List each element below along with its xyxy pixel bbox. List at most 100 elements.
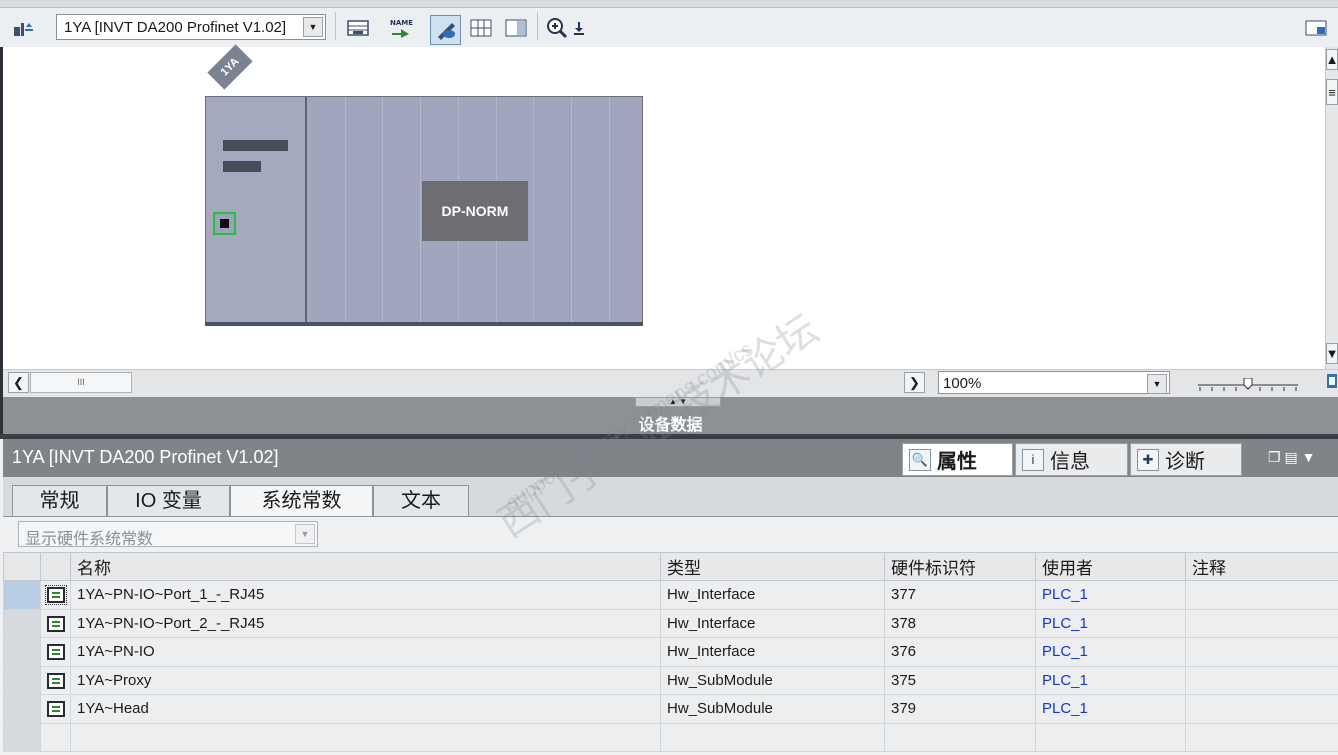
toolbar-divider: [335, 12, 336, 40]
column-header-user[interactable]: 使用者: [1035, 552, 1186, 581]
device-selector[interactable]: 1YA [INVT DA200 Profinet V1.02] ▼: [56, 14, 326, 40]
network-view-icon[interactable]: [10, 15, 36, 41]
row-selector[interactable]: [3, 722, 41, 752]
cell-user-link[interactable]: PLC_1: [1035, 665, 1186, 695]
zoom-in-icon[interactable]: [545, 15, 571, 41]
cell-name[interactable]: 1YA~PN-IO~Port_2_-_RJ45: [70, 608, 661, 638]
arrow-down-icon[interactable]: [571, 15, 587, 41]
device-canvas[interactable]: [3, 47, 1325, 369]
cell-empty[interactable]: [1035, 722, 1186, 752]
grid-view-icon[interactable]: [468, 15, 494, 41]
tab-diagnostics[interactable]: ✚ 诊断: [1130, 443, 1242, 476]
row-selector[interactable]: [3, 665, 41, 695]
row-selector[interactable]: [3, 637, 41, 667]
io-table-icon[interactable]: [345, 15, 371, 41]
table-row[interactable]: 1YA~PN-IO~Port_2_-_RJ45 Hw_Interface 378…: [3, 608, 1338, 638]
property-subtabs: 常规 IO 变量 系统常数 文本: [3, 477, 1338, 517]
zoom-value: 100%: [943, 375, 982, 392]
cell-hwid[interactable]: 376: [884, 637, 1036, 667]
constant-filter-select[interactable]: 显示硬件系统常数 ▼: [18, 521, 318, 548]
cell-type[interactable]: Hw_Interface: [660, 637, 885, 667]
table-row[interactable]: 1YA~PN-IO Hw_Interface 376 PLC_1: [3, 637, 1338, 667]
chevron-down-icon[interactable]: ▼: [1147, 374, 1167, 394]
restore-icon[interactable]: ❐: [1268, 449, 1281, 465]
splitter-handle[interactable]: ▲ ▼: [635, 397, 721, 407]
cell-type[interactable]: Hw_SubModule: [660, 665, 885, 695]
cell-user-link[interactable]: PLC_1: [1035, 608, 1186, 638]
cell-empty[interactable]: [1185, 722, 1338, 752]
scroll-right-icon[interactable]: ❯: [904, 372, 925, 393]
cell-comment[interactable]: [1185, 694, 1338, 724]
panel-controls[interactable]: ❐ ▤ ▼: [1268, 449, 1336, 467]
cell-user-link[interactable]: PLC_1: [1035, 694, 1186, 724]
cell-comment[interactable]: [1185, 637, 1338, 667]
properties-icon: 🔍: [909, 448, 931, 471]
cell-type[interactable]: Hw_SubModule: [660, 694, 885, 724]
panel-toggle-icon[interactable]: [1303, 15, 1329, 41]
page-layout-icon[interactable]: [503, 15, 529, 41]
table-row[interactable]: 1YA~Proxy Hw_SubModule 375 PLC_1: [3, 665, 1338, 695]
cell-type[interactable]: Hw_Interface: [660, 580, 885, 610]
scroll-up-icon[interactable]: ▲: [1326, 49, 1338, 70]
subtab-io-tags[interactable]: IO 变量: [107, 485, 230, 517]
tab-label: 诊断: [1165, 451, 1205, 473]
cell-empty[interactable]: [884, 722, 1036, 752]
ethernet-port-icon[interactable]: [213, 212, 236, 235]
split-icon[interactable]: [1325, 372, 1338, 392]
scroll-down-icon[interactable]: ▼: [1326, 343, 1338, 364]
cell-name[interactable]: 1YA~PN-IO: [70, 637, 661, 667]
row-selector[interactable]: [3, 694, 41, 724]
cell-hwid[interactable]: 379: [884, 694, 1036, 724]
svg-text:NAME: NAME: [390, 19, 413, 27]
cell-hwid[interactable]: 377: [884, 580, 1036, 610]
table-row[interactable]: 1YA~Head Hw_SubModule 379 PLC_1: [3, 694, 1338, 724]
horizontal-scroll-thumb[interactable]: III: [30, 372, 132, 393]
column-header-type[interactable]: 类型: [660, 552, 885, 581]
chevron-down-icon[interactable]: ▼: [295, 524, 315, 544]
column-header-comment[interactable]: 注释: [1185, 552, 1338, 581]
cell-empty[interactable]: [70, 722, 661, 752]
cell-name[interactable]: 1YA~Head: [70, 694, 661, 724]
scroll-left-icon[interactable]: ❮: [8, 372, 29, 393]
inspector-title: 1YA [INVT DA200 Profinet V1.02]: [12, 447, 279, 467]
vertical-scrollbar[interactable]: ▲ ≡ ▼: [1325, 47, 1338, 369]
cell-type[interactable]: Hw_Interface: [660, 608, 885, 638]
hw-constant-icon: [46, 672, 65, 689]
zoom-select[interactable]: 100% ▼: [938, 371, 1170, 394]
column-header-name[interactable]: 名称: [70, 552, 661, 581]
show-names-icon[interactable]: NAME: [388, 15, 414, 41]
chevron-down-icon[interactable]: ▼: [1302, 449, 1316, 465]
hw-constant-icon: [46, 701, 65, 718]
scroll-thumb[interactable]: ≡: [1326, 79, 1338, 105]
chevron-down-icon[interactable]: ▼: [303, 17, 323, 37]
cell-name[interactable]: 1YA~Proxy: [70, 665, 661, 695]
row-selector[interactable]: [3, 608, 41, 638]
list-icon[interactable]: ▤: [1284, 449, 1297, 465]
row-icon-cell: [40, 580, 71, 610]
diagnostics-icon: ✚: [1137, 448, 1159, 471]
zoom-slider[interactable]: [1198, 377, 1298, 392]
row-selector[interactable]: [3, 580, 41, 610]
cell-empty[interactable]: [660, 722, 885, 752]
subtab-texts[interactable]: 文本: [373, 485, 469, 517]
dp-norm-module[interactable]: DP-NORM: [422, 181, 528, 241]
interface-module[interactable]: [206, 97, 307, 325]
device-data-splitter[interactable]: ▲ ▼ 设备数据: [3, 397, 1338, 434]
cell-comment[interactable]: [1185, 665, 1338, 695]
cell-comment[interactable]: [1185, 580, 1338, 610]
column-header-hwid[interactable]: 硬件标识符: [884, 552, 1036, 581]
cell-hwid[interactable]: 375: [884, 665, 1036, 695]
show-module-labels-icon[interactable]: [430, 15, 461, 45]
cell-user-link[interactable]: PLC_1: [1035, 580, 1186, 610]
cell-comment[interactable]: [1185, 608, 1338, 638]
cell-name[interactable]: 1YA~PN-IO~Port_1_-_RJ45: [70, 580, 661, 610]
tab-info[interactable]: i 信息: [1015, 443, 1128, 476]
cell-user-link[interactable]: PLC_1: [1035, 637, 1186, 667]
device-selector-value: 1YA [INVT DA200 Profinet V1.02]: [64, 19, 287, 36]
cell-hwid[interactable]: 378: [884, 608, 1036, 638]
table-row[interactable]: 1YA~PN-IO~Port_1_-_RJ45 Hw_Interface 377…: [3, 580, 1338, 610]
table-row-new[interactable]: [3, 722, 1338, 752]
subtab-general[interactable]: 常规: [12, 485, 107, 517]
tab-properties[interactable]: 🔍 属性: [902, 443, 1013, 476]
subtab-system-constants[interactable]: 系统常数: [230, 485, 373, 517]
